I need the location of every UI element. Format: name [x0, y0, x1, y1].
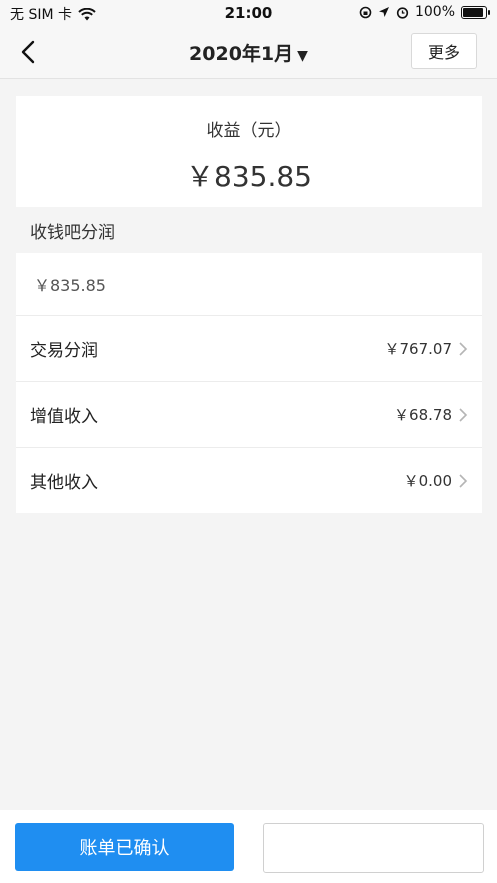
section-subtotal: ￥835.85: [16, 253, 482, 316]
location-icon: [378, 7, 389, 17]
earnings-amount: ￥835.85: [186, 160, 312, 193]
battery-fill: [463, 7, 483, 17]
status-bar: 无 SIM 卡 21:00 100%: [0, 0, 497, 26]
bill-confirmed-button[interactable]: 账单已确认: [15, 823, 234, 871]
alarm-icon: [396, 6, 409, 19]
caret-down-icon: ▼: [297, 48, 308, 64]
row-other-income[interactable]: 其他收入 ￥0.00: [16, 448, 482, 513]
earnings-summary: 收益（元） ￥835.85: [16, 96, 482, 207]
orientation-lock-icon: [359, 6, 372, 18]
battery-icon: [461, 5, 490, 19]
earnings-card: 收益（元） ￥835.85 收钱吧分润 ￥835.85 交易分润 ￥767.07…: [16, 96, 482, 513]
more-button[interactable]: 更多: [411, 33, 477, 69]
row-value: ￥767.07: [384, 340, 453, 358]
row-trade-share[interactable]: 交易分润 ￥767.07: [16, 316, 482, 382]
nav-bar: 2020年1月 ▼ 更多: [0, 26, 497, 79]
row-value: ￥0.00: [403, 472, 452, 490]
row-label: 增值收入: [30, 407, 98, 427]
page-title: 2020年1月: [189, 43, 294, 65]
chevron-right-icon: [459, 341, 468, 356]
secondary-button[interactable]: [263, 823, 484, 873]
row-value-added-income[interactable]: 增值收入 ￥68.78: [16, 382, 482, 448]
row-value: ￥68.78: [394, 406, 452, 424]
bottom-action-bar: 账单已确认: [0, 810, 497, 883]
section-header: 收钱吧分润: [16, 207, 482, 253]
chevron-right-icon: [459, 407, 468, 422]
battery-percent: 100%: [414, 4, 455, 20]
chevron-right-icon: [459, 473, 468, 488]
earnings-label: 收益（元）: [206, 121, 292, 141]
status-right: 100%: [359, 4, 490, 20]
row-label: 交易分润: [30, 341, 98, 361]
row-label: 其他收入: [30, 473, 98, 493]
